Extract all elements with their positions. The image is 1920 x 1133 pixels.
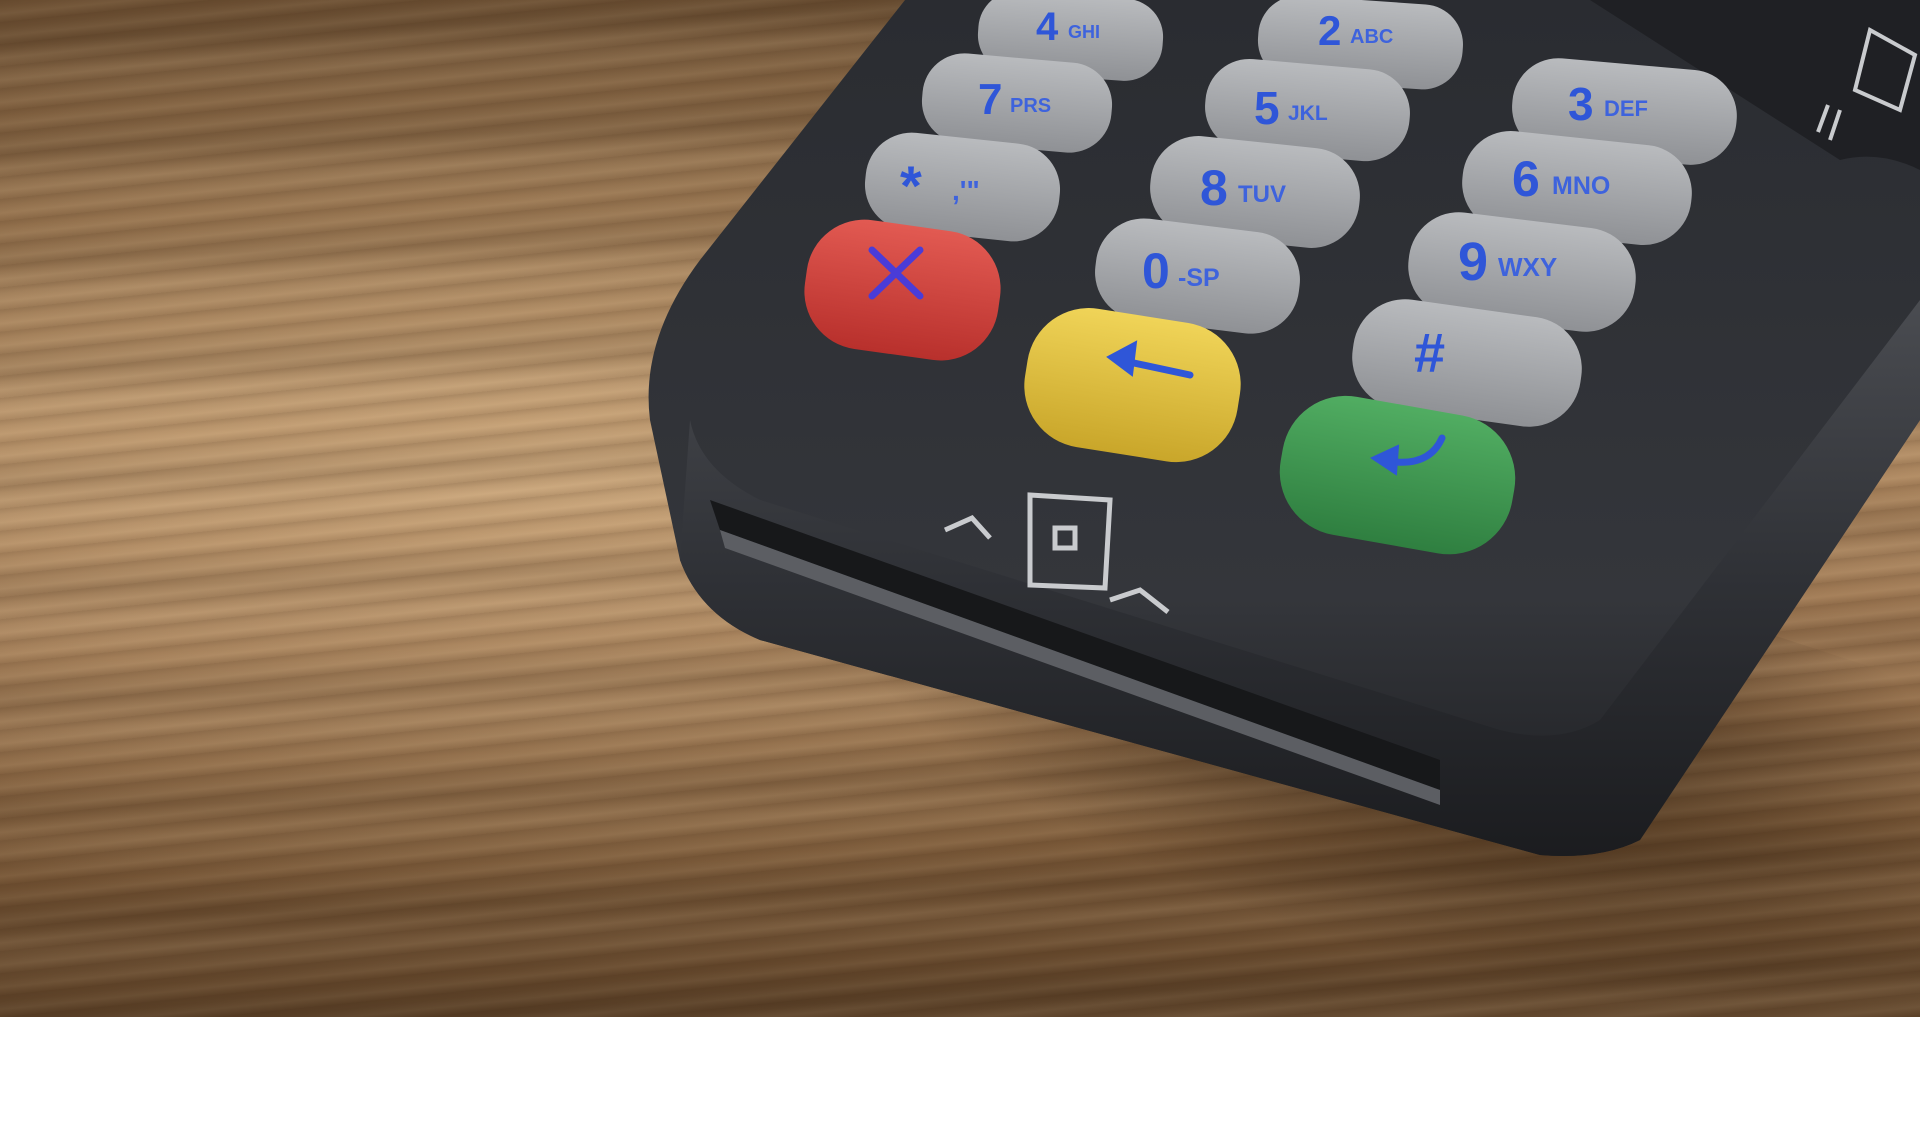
key-2-digit: 2	[1318, 7, 1341, 54]
payment-terminal: 4 GHI 2 ABC 7 PRS 5 JKL 3 DEF * ,'" 8 TU…	[648, 0, 1920, 856]
key-9-letters: WXY	[1498, 252, 1557, 282]
key-2-letters: ABC	[1350, 26, 1393, 48]
key-hash-digit: #	[1414, 321, 1445, 384]
key-5-digit: 5	[1254, 82, 1280, 134]
key-4-digit: 4	[1036, 5, 1059, 49]
key-star-digit: *	[900, 154, 922, 217]
key-6-letters: MNO	[1552, 172, 1610, 200]
key-7-digit: 7	[978, 75, 1002, 124]
key-6-digit: 6	[1512, 151, 1540, 207]
key-5-letters: JKL	[1288, 102, 1328, 125]
key-9-digit: 9	[1458, 232, 1488, 292]
key-star-letters: ,'"	[952, 175, 980, 206]
key-3-letters: DEF	[1604, 96, 1648, 121]
key-0-letters: -SP	[1178, 264, 1220, 292]
key-7-letters: PRS	[1010, 95, 1051, 117]
key-4-letters: GHI	[1068, 22, 1100, 42]
key-3-digit: 3	[1568, 78, 1594, 130]
key-0-digit: 0	[1142, 243, 1170, 299]
key-8-letters: TUV	[1238, 181, 1286, 208]
key-8-digit: 8	[1200, 160, 1228, 216]
